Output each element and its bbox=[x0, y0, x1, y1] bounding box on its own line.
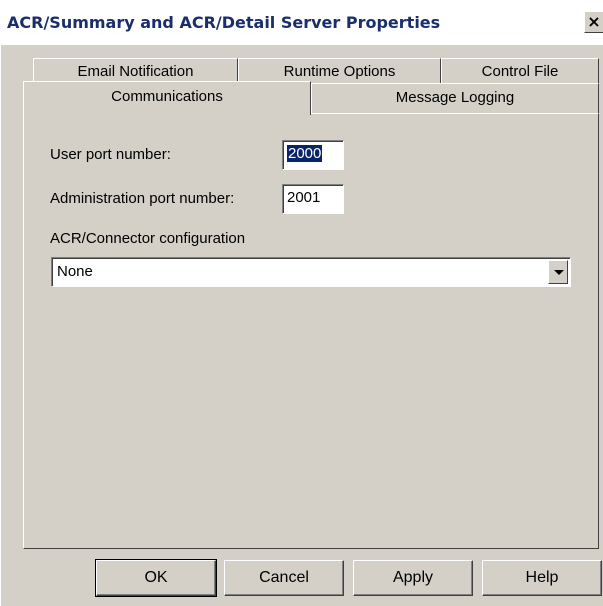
admin-port-label: Administration port number: bbox=[50, 190, 235, 207]
connector-config-select[interactable]: None bbox=[51, 257, 571, 287]
help-button[interactable]: Help bbox=[482, 560, 602, 596]
dialog-title: ACR/Summary and ACR/Detail Server Proper… bbox=[7, 13, 441, 32]
admin-port-value: 2001 bbox=[287, 189, 321, 206]
connector-config-label: ACR/Connector configuration bbox=[50, 230, 246, 247]
tab-label: Runtime Options bbox=[283, 63, 396, 80]
connector-config-value: None bbox=[57, 263, 93, 280]
user-port-input[interactable]: 2000 bbox=[282, 140, 344, 170]
apply-button[interactable]: Apply bbox=[353, 560, 473, 596]
properties-dialog: ACR/Summary and ACR/Detail Server Proper… bbox=[0, 0, 603, 606]
admin-port-input[interactable]: 2001 bbox=[282, 184, 344, 214]
close-icon: × bbox=[587, 12, 601, 31]
cancel-button[interactable]: Cancel bbox=[224, 560, 344, 596]
communications-panel: User port number: 2000 Administration po… bbox=[23, 113, 599, 549]
tab-label: Message Logging bbox=[395, 89, 515, 106]
ok-button[interactable]: OK bbox=[95, 559, 217, 597]
title-bar: ACR/Summary and ACR/Detail Server Proper… bbox=[1, 1, 603, 45]
tab-label: Email Notification bbox=[77, 63, 194, 80]
tab-label: Control File bbox=[481, 63, 559, 80]
tab-message-logging[interactable]: Message Logging bbox=[311, 83, 599, 113]
tab-label: Communications bbox=[111, 88, 223, 105]
close-button[interactable]: × bbox=[584, 11, 603, 33]
tab-control-file[interactable]: Control File bbox=[441, 58, 599, 86]
user-port-label: User port number: bbox=[50, 146, 171, 163]
tab-communications[interactable]: Communications bbox=[23, 81, 311, 115]
user-port-value: 2000 bbox=[287, 145, 323, 162]
chevron-down-icon[interactable] bbox=[548, 260, 568, 284]
